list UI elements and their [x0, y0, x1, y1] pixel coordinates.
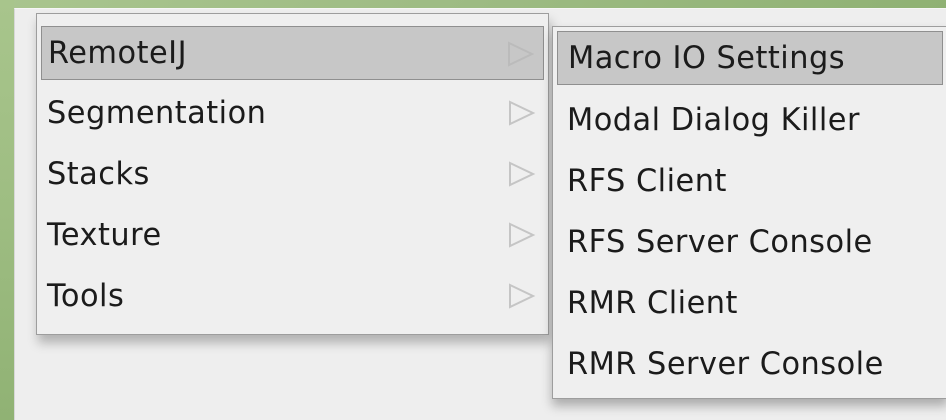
chevron-right-icon: [509, 283, 536, 309]
menu-item-rmr-server-console[interactable]: RMR Server Console: [557, 337, 943, 391]
menu-item-macro-io-settings[interactable]: Macro IO Settings: [557, 31, 943, 85]
menu-item-label: RFS Client: [567, 163, 727, 199]
menu-item-label: RemoteIJ: [48, 35, 188, 71]
chevron-right-icon: [509, 100, 536, 126]
menu-item-label: RFS Server Console: [567, 224, 873, 260]
desktop-background-strip: [0, 0, 14, 420]
menu-item-remoteij[interactable]: RemoteIJ: [41, 26, 544, 80]
menu-item-label: Segmentation: [47, 95, 267, 131]
menu-item-segmentation[interactable]: Segmentation: [41, 86, 544, 140]
menu-item-label: Macro IO Settings: [568, 40, 846, 76]
chevron-right-icon: [508, 41, 535, 67]
chevron-right-icon: [509, 222, 536, 248]
menu-item-modal-dialog-killer[interactable]: Modal Dialog Killer: [557, 93, 943, 147]
menu-item-label: RMR Client: [567, 285, 738, 321]
menu-item-texture[interactable]: Texture: [41, 208, 544, 262]
menu-item-rfs-server-console[interactable]: RFS Server Console: [557, 215, 943, 269]
menu-item-rfs-client[interactable]: RFS Client: [557, 154, 943, 208]
menu-item-label: Tools: [47, 278, 125, 314]
menu-item-label: Stacks: [47, 156, 150, 192]
menu-item-label: Texture: [47, 217, 162, 253]
plugin-submenu-primary: RemoteIJ Segmentation Stacks Texture Too…: [36, 13, 549, 335]
remoteij-submenu: Macro IO Settings Modal Dialog Killer RF…: [552, 26, 946, 399]
menu-item-rmr-client[interactable]: RMR Client: [557, 276, 943, 330]
chevron-right-icon: [509, 161, 536, 187]
menu-item-tools[interactable]: Tools: [41, 269, 544, 323]
menu-item-label: Modal Dialog Killer: [567, 102, 860, 138]
menu-item-stacks[interactable]: Stacks: [41, 147, 544, 201]
menu-item-label: RMR Server Console: [567, 346, 884, 382]
